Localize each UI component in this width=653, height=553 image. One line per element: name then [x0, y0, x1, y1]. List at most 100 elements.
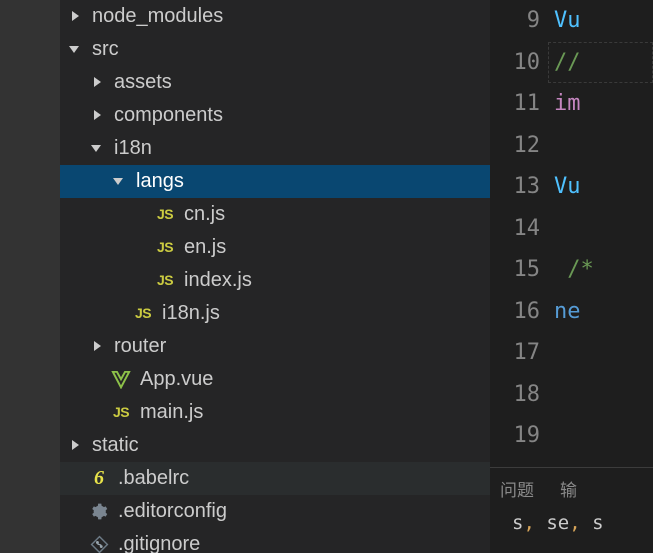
- chevron-down-icon[interactable]: [112, 165, 130, 198]
- tree-item-src[interactable]: src: [60, 33, 490, 66]
- twisty-placeholder: [134, 198, 152, 231]
- tree-item-label: i18n: [114, 137, 152, 159]
- tree-item-label: node_modules: [92, 5, 224, 27]
- code-token: Vu: [554, 8, 581, 34]
- twisty-placeholder: [90, 396, 108, 429]
- tree-item-router[interactable]: router: [60, 330, 490, 363]
- twisty-placeholder: [68, 462, 86, 495]
- file-icon-slot: JS: [130, 297, 156, 330]
- code-line[interactable]: 13 Vu: [490, 166, 653, 208]
- code-line[interactable]: 12: [490, 125, 653, 167]
- tree-item-label: App.vue: [140, 368, 214, 390]
- vue-file-icon: [111, 370, 131, 389]
- tree-item-label: src: [92, 38, 119, 60]
- tree-item-label: static: [92, 434, 139, 456]
- chevron-right-icon[interactable]: [68, 0, 86, 33]
- panel-tab[interactable]: 输: [560, 476, 577, 501]
- tree-item-static[interactable]: static: [60, 429, 490, 462]
- tree-item-cn-js[interactable]: JS cn.js: [60, 198, 490, 231]
- line-number: 12: [513, 132, 541, 158]
- activity-bar[interactable]: [0, 0, 60, 553]
- panel-output-text: s, se, s: [512, 512, 604, 534]
- chevron-down-icon[interactable]: [68, 33, 86, 66]
- file-icon-slot: 6: [86, 462, 112, 495]
- code-token: ne: [554, 298, 581, 324]
- line-number: 9: [526, 8, 540, 34]
- line-number: 19: [513, 423, 541, 449]
- js-file-icon: JS: [156, 206, 174, 222]
- tree-item-label: main.js: [140, 401, 204, 423]
- file-icon-slot: JS: [108, 396, 134, 429]
- file-icon-slot: [86, 495, 112, 528]
- git-icon: [90, 535, 109, 553]
- tree-item-langs[interactable]: langs: [60, 165, 490, 198]
- tree-item-en-js[interactable]: JS en.js: [60, 231, 490, 264]
- tree-item-label: .editorconfig: [118, 500, 227, 522]
- file-icon-slot: JS: [152, 264, 178, 297]
- explorer-panel[interactable]: node_modulessrc assets components i18n langs…: [60, 0, 490, 553]
- code-text[interactable]: im: [548, 91, 653, 116]
- tree-item-index-js[interactable]: JS index.js: [60, 264, 490, 297]
- code-text[interactable]: Vu: [548, 174, 653, 199]
- line-number: 13: [513, 174, 541, 200]
- chevron-right-icon[interactable]: [90, 99, 108, 132]
- twisty-placeholder: [90, 363, 108, 396]
- code-token: /*: [554, 257, 594, 283]
- tree-item-assets[interactable]: assets: [60, 66, 490, 99]
- panel-tab[interactable]: 问题: [500, 476, 534, 501]
- vscode-window: node_modulessrc assets components i18n langs…: [0, 0, 653, 553]
- tree-item-i18n[interactable]: i18n: [60, 132, 490, 165]
- file-icon-slot: JS: [152, 198, 178, 231]
- file-explorer-tree[interactable]: node_modulessrc assets components i18n langs…: [60, 0, 490, 553]
- tree-item-gitignore[interactable]: .gitignore: [60, 528, 490, 553]
- gear-icon: [90, 502, 109, 521]
- chevron-right-icon[interactable]: [68, 429, 86, 462]
- code-line[interactable]: 18: [490, 374, 653, 416]
- line-number: 17: [513, 340, 541, 366]
- file-icon-slot: [108, 363, 134, 396]
- js-file-icon: JS: [156, 239, 174, 255]
- line-number: 14: [513, 215, 541, 241]
- code-text[interactable]: //: [548, 50, 653, 75]
- panel-tab-list[interactable]: 问题 输: [490, 468, 653, 508]
- chevron-right-icon[interactable]: [90, 330, 108, 363]
- punctuation: ,: [523, 512, 535, 534]
- tree-item-label: cn.js: [184, 203, 226, 225]
- tree-item-app-vue[interactable]: App.vue: [60, 363, 490, 396]
- code-line[interactable]: 20: [490, 457, 653, 467]
- code-content[interactable]: 9 Vu 10 // 11 im 12 13 Vu 14 15 /* 16 ne 17 18 19 20: [490, 0, 653, 467]
- tree-item-label: components: [114, 104, 223, 126]
- code-token: im: [554, 91, 581, 117]
- code-line[interactable]: 10 //: [490, 41, 653, 83]
- line-number: 18: [513, 381, 541, 407]
- line-number: 16: [513, 298, 541, 324]
- tree-item-components[interactable]: components: [60, 99, 490, 132]
- code-line[interactable]: 15 /*: [490, 249, 653, 291]
- editor-region[interactable]: 9 Vu 10 // 11 im 12 13 Vu 14 15 /* 16 ne 17 18 19 20 问题 输…: [490, 0, 653, 553]
- code-text[interactable]: /*: [548, 257, 653, 282]
- code-line[interactable]: 19: [490, 415, 653, 457]
- bottom-panel[interactable]: 问题 输 s, se, s: [490, 467, 653, 553]
- tree-item-label: index.js: [184, 269, 252, 291]
- twisty-placeholder: [68, 495, 86, 528]
- js-file-icon: JS: [112, 404, 130, 420]
- chevron-right-icon[interactable]: [90, 66, 108, 99]
- tree-item-babelrc[interactable]: 6 .babelrc: [60, 462, 490, 495]
- code-text[interactable]: ne: [548, 299, 653, 324]
- chevron-down-icon[interactable]: [90, 132, 108, 165]
- babel-file-icon: 6: [94, 467, 104, 489]
- code-line[interactable]: 9 Vu: [490, 0, 653, 42]
- code-text[interactable]: Vu: [548, 8, 653, 33]
- code-line[interactable]: 11 im: [490, 83, 653, 125]
- code-line[interactable]: 14: [490, 208, 653, 250]
- code-line[interactable]: 17: [490, 332, 653, 374]
- tree-item-i18n-js[interactable]: JS i18n.js: [60, 297, 490, 330]
- code-line[interactable]: 16 ne: [490, 291, 653, 333]
- twisty-placeholder: [134, 264, 152, 297]
- tree-item-editorconfig[interactable]: .editorconfig: [60, 495, 490, 528]
- line-number: 15: [513, 257, 541, 283]
- tree-item-node-modules[interactable]: node_modules: [60, 0, 490, 33]
- tree-item-main-js[interactable]: JS main.js: [60, 396, 490, 429]
- punctuation: ,: [569, 512, 581, 534]
- tree-item-label: en.js: [184, 236, 227, 258]
